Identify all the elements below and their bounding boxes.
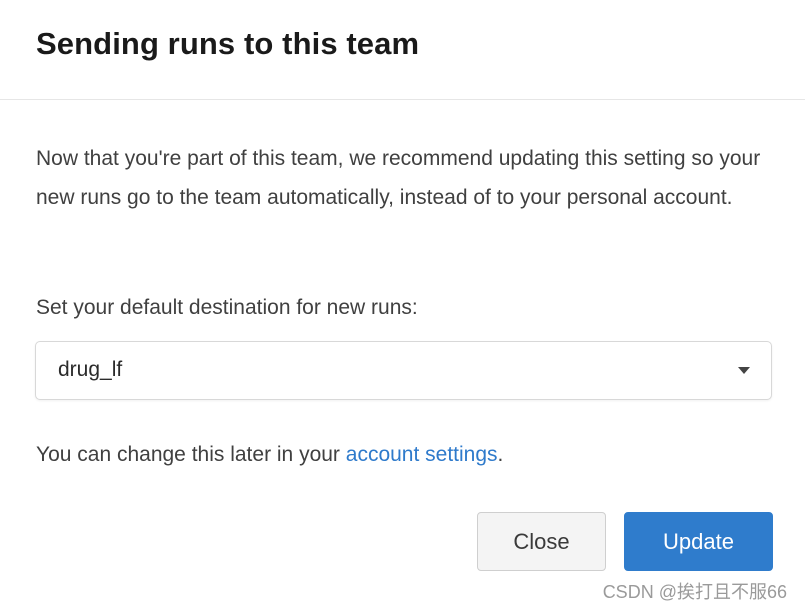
destination-selected-value: drug_lf [58,358,123,381]
caret-down-icon [738,367,750,374]
watermark-text: CSDN @挨打且不服66 [600,578,789,604]
note-prefix: You can change this later in your [36,443,346,466]
close-button[interactable]: Close [477,512,606,571]
dialog-title: Sending runs to this team [36,26,420,61]
team-dialog: Sending runs to this team Now that you'r… [0,0,805,608]
account-settings-link[interactable]: account settings [346,443,498,466]
destination-label: Set your default destination for new run… [36,296,418,319]
dialog-header: Sending runs to this team [0,0,805,100]
update-button[interactable]: Update [624,512,773,571]
destination-select[interactable]: drug_lf [35,341,772,400]
change-later-note: You can change this later in your accoun… [36,443,503,467]
note-suffix: . [497,443,504,466]
intro-text: Now that you're part of this team, we re… [36,147,761,209]
